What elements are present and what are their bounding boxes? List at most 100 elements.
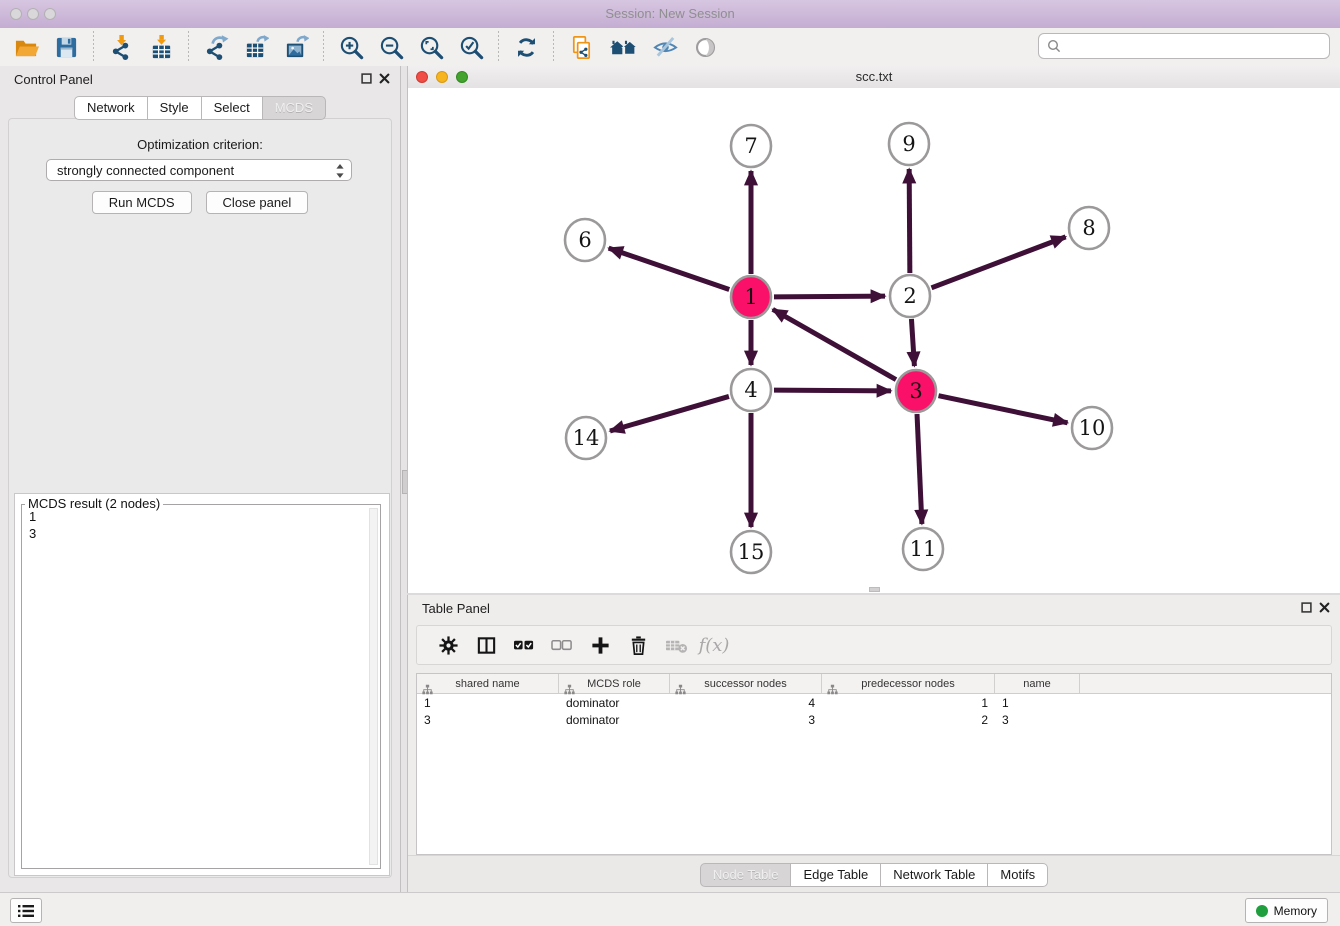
column-header-mcds-role[interactable]: MCDS role	[559, 674, 670, 693]
optimization-criterion-label: Optimization criterion:	[9, 137, 391, 152]
vertical-splitter[interactable]	[400, 66, 407, 893]
cell-predecessor-nodes[interactable]: 1	[822, 696, 995, 710]
column-header-predecessor-nodes[interactable]: predecessor nodes	[822, 674, 995, 693]
result-item: 3	[29, 525, 368, 542]
open-session-icon[interactable]	[11, 32, 41, 62]
mcds-result-list[interactable]: 13	[26, 508, 368, 866]
tab-network-table[interactable]: Network Table	[880, 863, 988, 887]
graph-edge-2-3[interactable]	[911, 319, 914, 366]
export-network-icon[interactable]	[201, 32, 231, 62]
column-header-shared-name[interactable]: shared name	[417, 674, 559, 693]
close-panel-icon[interactable]	[379, 73, 390, 84]
graph-node-11[interactable]: 11	[903, 528, 943, 570]
node-label: 8	[1082, 216, 1095, 240]
table-row[interactable]: 3dominator323	[417, 711, 1331, 728]
memory-button[interactable]: Memory	[1245, 898, 1328, 923]
graph-node-15[interactable]: 15	[731, 531, 771, 573]
zoom-out-icon[interactable]	[376, 32, 406, 62]
search-input[interactable]	[1066, 38, 1329, 55]
cell-predecessor-nodes[interactable]: 2	[822, 713, 995, 727]
save-session-icon[interactable]	[51, 32, 81, 62]
task-history-button[interactable]	[10, 898, 42, 923]
column-view-icon[interactable]	[467, 630, 505, 660]
node-label: 6	[578, 228, 591, 252]
zoom-in-icon[interactable]	[336, 32, 366, 62]
tab-node-table[interactable]: Node Table	[700, 863, 792, 887]
cell-shared-name[interactable]: 3	[417, 713, 559, 727]
cell-shared-name[interactable]: 1	[417, 696, 559, 710]
float-table-panel-icon[interactable]	[1301, 602, 1312, 613]
tab-select[interactable]: Select	[201, 96, 263, 120]
optimization-criterion-select[interactable]: strongly connected component	[46, 159, 352, 181]
graph-node-7[interactable]: 7	[731, 125, 771, 167]
show-all-icon[interactable]	[690, 32, 720, 62]
memory-label: Memory	[1274, 904, 1317, 918]
export-table-icon[interactable]	[241, 32, 271, 62]
column-header-successor-nodes[interactable]: successor nodes	[670, 674, 822, 693]
zoom-fit-icon[interactable]	[416, 32, 446, 62]
tab-network[interactable]: Network	[74, 96, 148, 120]
graph-edge-4-14[interactable]	[610, 396, 729, 431]
hide-selected-icon[interactable]	[650, 32, 680, 62]
import-network-icon[interactable]	[106, 32, 136, 62]
run-mcds-button[interactable]: Run MCDS	[92, 191, 192, 214]
tab-motifs[interactable]: Motifs	[987, 863, 1048, 887]
zoom-selected-icon[interactable]	[456, 32, 486, 62]
network-canvas[interactable]: 7 9 6 8 1 2 4 3 14 10 15 11	[408, 88, 1340, 588]
deselect-all-icon[interactable]	[543, 630, 581, 660]
tab-style[interactable]: Style	[147, 96, 202, 120]
toolbar-separator	[93, 31, 94, 63]
window-title: Session: New Session	[0, 6, 1340, 21]
clone-network-icon[interactable]	[566, 32, 596, 62]
graph-edge-3-1[interactable]	[773, 309, 896, 379]
graph-edge-2-9[interactable]	[909, 169, 910, 273]
graph-node-8[interactable]: 8	[1069, 207, 1109, 249]
cell-mcds-role[interactable]: dominator	[559, 713, 670, 727]
graph-edge-1-2[interactable]	[774, 296, 885, 297]
add-column-icon[interactable]	[581, 630, 619, 660]
result-scrollbar[interactable]	[369, 508, 378, 865]
tab-mcds[interactable]: MCDS	[262, 96, 326, 120]
graph-node-6[interactable]: 6	[565, 219, 605, 261]
cell-mcds-role[interactable]: dominator	[559, 696, 670, 710]
graph-edge-3-10[interactable]	[939, 396, 1068, 423]
table-body: 1dominator4113dominator323	[417, 694, 1331, 728]
cell-name[interactable]: 3	[995, 713, 1080, 727]
graph-node-9[interactable]: 9	[889, 123, 929, 165]
column-header-name[interactable]: name	[995, 674, 1080, 693]
graph-edge-3-11[interactable]	[917, 414, 922, 524]
node-label: 7	[744, 134, 757, 158]
float-panel-icon[interactable]	[361, 73, 372, 84]
tab-edge-table[interactable]: Edge Table	[790, 863, 881, 887]
export-image-icon[interactable]	[281, 32, 311, 62]
column-label: name	[1023, 678, 1051, 690]
refresh-icon[interactable]	[511, 32, 541, 62]
table-row[interactable]: 1dominator411	[417, 694, 1331, 711]
import-table-icon[interactable]	[146, 32, 176, 62]
settings-icon[interactable]	[429, 630, 467, 660]
graph-node-14[interactable]: 14	[566, 417, 606, 459]
graph-node-10[interactable]: 10	[1072, 407, 1112, 449]
column-label: successor nodes	[704, 678, 787, 690]
function-builder-icon[interactable]: f(x)	[695, 630, 733, 660]
graph-edge-1-6[interactable]	[609, 248, 730, 289]
graph-node-2[interactable]: 2	[890, 275, 930, 317]
network-graph[interactable]: 7 9 6 8 1 2 4 3 14 10 15 11	[408, 88, 1340, 588]
graph-edge-4-3[interactable]	[774, 390, 891, 391]
graph-edge-2-8[interactable]	[932, 237, 1066, 288]
canvas-resize-grip[interactable]	[869, 587, 880, 592]
graph-node-1[interactable]: 1	[731, 276, 771, 318]
graph-node-4[interactable]: 4	[731, 369, 771, 411]
graph-node-3[interactable]: 3	[896, 370, 936, 412]
cell-successor-nodes[interactable]: 3	[670, 713, 822, 727]
first-neighbors-icon[interactable]	[606, 32, 640, 62]
cell-successor-nodes[interactable]: 4	[670, 696, 822, 710]
close-panel-button[interactable]: Close panel	[206, 191, 309, 214]
list-icon	[17, 904, 35, 918]
delete-table-icon[interactable]	[657, 630, 695, 660]
select-all-icon[interactable]	[505, 630, 543, 660]
delete-column-icon[interactable]	[619, 630, 657, 660]
cell-name[interactable]: 1	[995, 696, 1080, 710]
status-bar: Memory	[0, 892, 1340, 926]
close-table-panel-icon[interactable]	[1319, 602, 1330, 613]
